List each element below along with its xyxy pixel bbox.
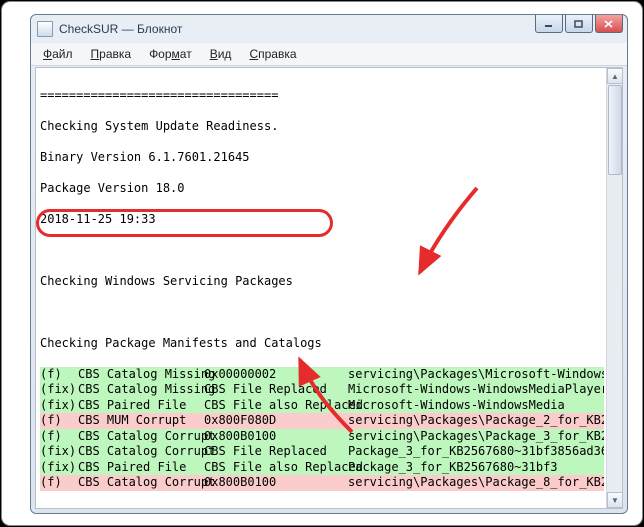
menu-view[interactable]: Вид	[202, 45, 240, 63]
log-cell: servicing\Packages\Package_3_for_KB25676	[348, 429, 604, 445]
log-cell: servicing\Packages\Microsoft-Windows-Win…	[348, 367, 604, 383]
titlebar[interactable]: CheckSUR — Блокнот	[31, 15, 627, 43]
log-cell: 0x800B0100	[204, 429, 348, 445]
log-cell: 0x800F080D	[204, 413, 348, 429]
vertical-scrollbar[interactable]: ▲ ▼	[606, 68, 622, 508]
log-line: Binary Version 6.1.7601.21645	[40, 150, 604, 166]
log-cell: Package_3_for_KB2567680~31bf3856ad364e	[348, 444, 604, 460]
log-cell: (fix)	[40, 398, 78, 414]
log-cell: CBS File also Replaced	[204, 460, 348, 476]
log-cell: servicing\Packages\Package_2_for_KB27576	[348, 413, 604, 429]
menu-file[interactable]: Файл	[35, 45, 81, 63]
log-cell: (fix)	[40, 444, 78, 460]
scroll-thumb[interactable]	[608, 85, 622, 175]
minimize-button[interactable]	[535, 15, 563, 33]
menu-help[interactable]: Справка	[241, 45, 304, 63]
maximize-button[interactable]	[565, 15, 593, 33]
log-cell: (fix)	[40, 382, 78, 398]
log-cell: CBS Catalog Missing	[78, 382, 204, 398]
log-cell: CBS MUM Corrupt	[78, 413, 204, 429]
log-cell: 0x800B0100	[204, 475, 348, 491]
log-cell: CBS File also Replaced	[204, 398, 348, 414]
log-cell: 0x00000002	[204, 367, 348, 383]
log-row: (fix)CBS Catalog CorruptCBS File Replace…	[40, 444, 604, 460]
window-title: CheckSUR — Блокнот	[59, 22, 182, 36]
log-section: Checking Windows Servicing Packages	[40, 274, 604, 290]
log-line: Checking System Update Readiness.	[40, 119, 604, 135]
log-cell: Microsoft-Windows-WindowsMedia	[348, 398, 604, 414]
notepad-window: CheckSUR — Блокнот Файл Правка Формат Ви…	[30, 14, 628, 514]
scroll-up-button[interactable]: ▲	[607, 68, 623, 84]
close-button[interactable]	[595, 15, 623, 33]
log-line: =================================	[40, 88, 604, 104]
log-row: (fix)CBS Catalog MissingCBS File Replace…	[40, 382, 604, 398]
notepad-icon	[37, 21, 53, 37]
log-row: (f)CBS Catalog Missing0x00000002servicin…	[40, 367, 604, 383]
log-line: Package Version 18.0	[40, 181, 604, 197]
menu-format[interactable]: Формат	[141, 45, 200, 63]
log-row: (fix)CBS Paired FileCBS File also Replac…	[40, 398, 604, 414]
log-cell: CBS Catalog Corrupt	[78, 475, 204, 491]
log-row: (f)CBS Catalog Corrupt0x800B0100servicin…	[40, 475, 604, 491]
log-cell: Package_3_for_KB2567680~31bf3	[348, 460, 604, 476]
log-cell: CBS Paired File	[78, 460, 204, 476]
log-cell: CBS File Replaced	[204, 444, 348, 460]
log-row: (f)CBS MUM Corrupt0x800F080Dservicing\Pa…	[40, 413, 604, 429]
log-cell: (f)	[40, 475, 78, 491]
menubar: Файл Правка Формат Вид Справка	[31, 43, 627, 66]
scroll-down-button[interactable]: ▼	[607, 492, 623, 508]
log-cell: (f)	[40, 367, 78, 383]
log-row: (f)CBS Catalog Corrupt0x800B0100servicin…	[40, 429, 604, 445]
log-cell: (f)	[40, 429, 78, 445]
log-cell: CBS Catalog Corrupt	[78, 444, 204, 460]
log-line: 2018-11-25 19:33	[40, 212, 604, 228]
log-section: Checking Package Manifests and Catalogs	[40, 336, 604, 352]
log-cell: CBS Catalog Missing	[78, 367, 204, 383]
log-cell: (fix)	[40, 460, 78, 476]
text-area[interactable]: ================================= Checki…	[35, 67, 623, 509]
log-cell: servicing\Packages\Package_8_for_KB26858	[348, 475, 604, 491]
log-cell: CBS Catalog Corrupt	[78, 429, 204, 445]
log-cell: Microsoft-Windows-WindowsMediaPlayer-Tr	[348, 382, 604, 398]
log-cell: (f)	[40, 413, 78, 429]
menu-edit[interactable]: Правка	[83, 45, 140, 63]
log-cell: CBS Paired File	[78, 398, 204, 414]
log-cell: CBS File Replaced	[204, 382, 348, 398]
log-row: (fix)CBS Paired FileCBS File also Replac…	[40, 460, 604, 476]
